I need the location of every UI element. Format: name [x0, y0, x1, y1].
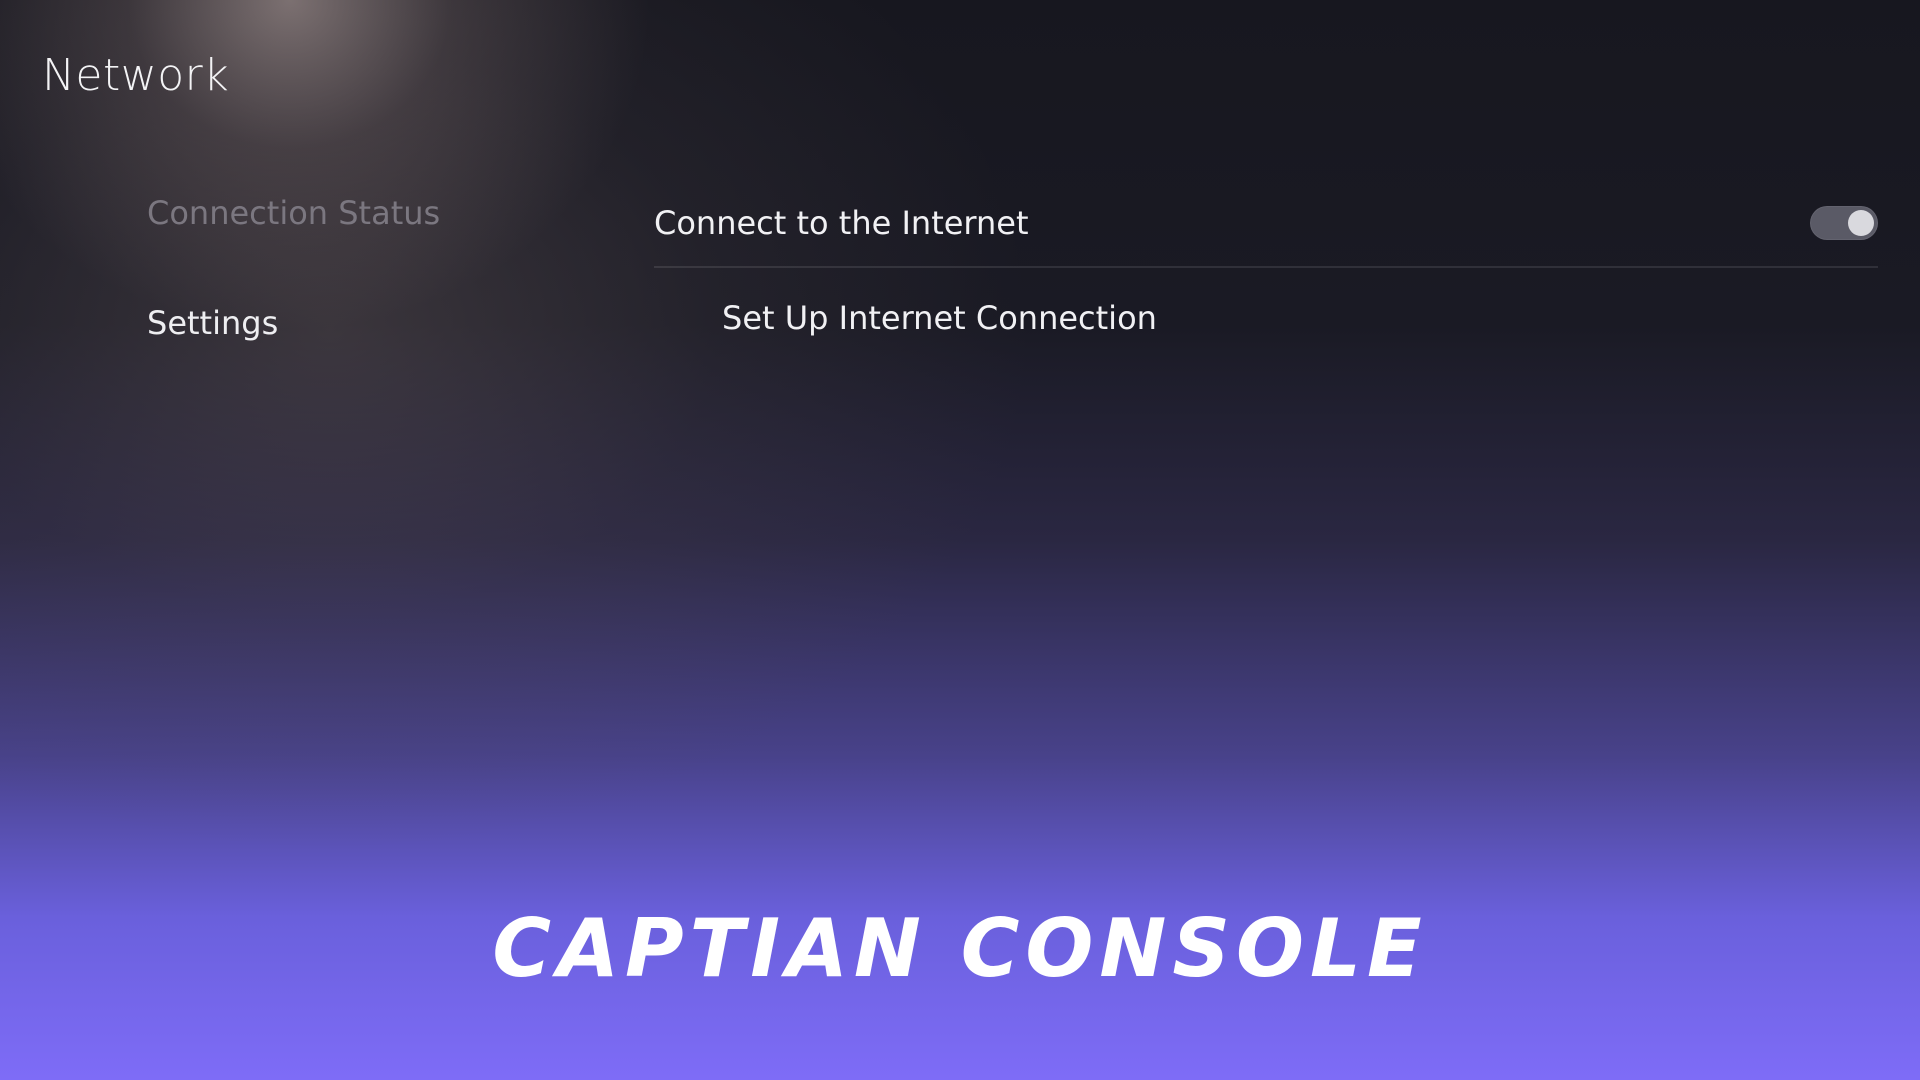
set-up-internet-connection-label: Set Up Internet Connection — [722, 299, 1157, 337]
connect-to-internet-row[interactable]: Connect to the Internet — [654, 180, 1878, 268]
connect-to-internet-label: Connect to the Internet — [654, 204, 1029, 242]
set-up-internet-connection-row[interactable]: Set Up Internet Connection — [654, 268, 1878, 368]
toggle-knob — [1848, 210, 1874, 236]
sidebar-item-connection-status[interactable]: Connection Status — [147, 188, 440, 298]
settings-list: Connect to the Internet Set Up Internet … — [654, 180, 1878, 368]
sidebar: Connection Status Settings — [147, 188, 440, 408]
connect-to-internet-toggle[interactable] — [1810, 206, 1878, 240]
page-title: Network — [42, 50, 230, 101]
sidebar-item-settings[interactable]: Settings — [147, 298, 440, 408]
brand-logo-text: CAPTIAN CONSOLE — [492, 902, 1428, 995]
